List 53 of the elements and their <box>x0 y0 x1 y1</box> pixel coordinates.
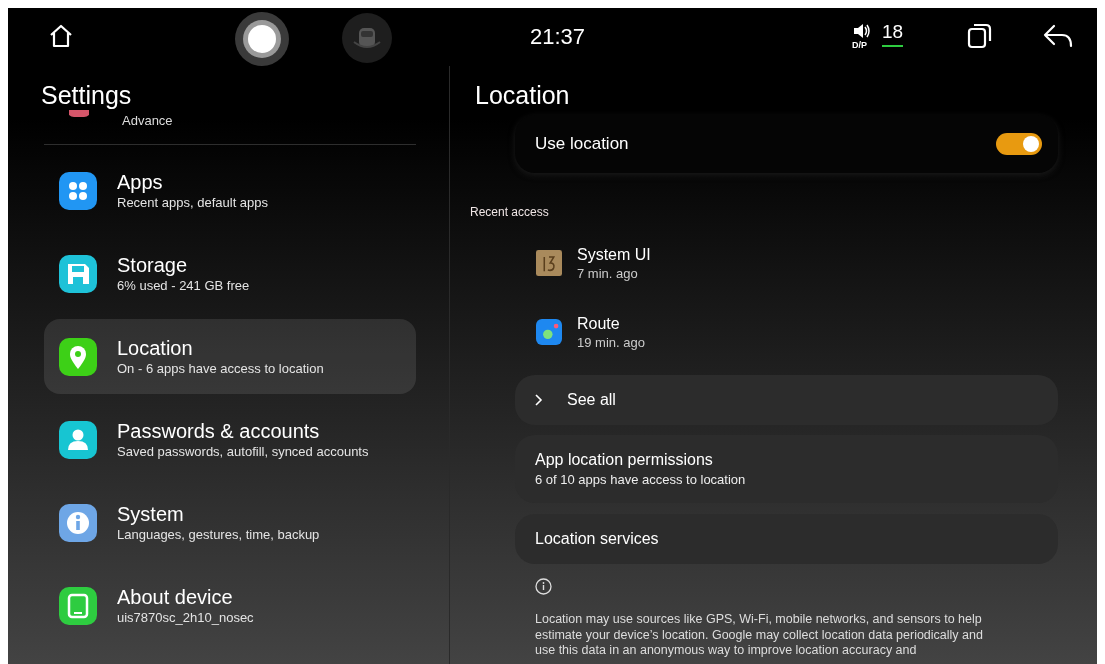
settings-item[interactable]: Storage 6% used - 241 GB free <box>44 236 416 311</box>
item-title: Storage <box>117 252 189 277</box>
page-title: Location <box>475 80 571 110</box>
sound-mode-label: D/P <box>852 40 867 50</box>
person-icon <box>59 420 97 459</box>
settings-row[interactable]: Location services <box>515 514 1058 564</box>
row-title: App location permissions <box>535 451 714 469</box>
item-subtitle: Advance <box>122 113 173 128</box>
number-tile-icon <box>536 250 562 276</box>
speaker-icon <box>853 23 871 39</box>
info-icon <box>535 578 552 595</box>
recent-apps-icon[interactable] <box>966 23 992 49</box>
partial-icon <box>69 110 89 117</box>
access-time: 19 min. ago <box>577 334 645 350</box>
apps-grid-icon <box>59 171 97 210</box>
row-subtitle: 6 of 10 apps have access to location <box>535 472 747 487</box>
clock-time: 21:37 <box>530 24 586 50</box>
item-title: Apps <box>117 169 164 194</box>
chevron-icon <box>535 394 543 406</box>
row-title: Location services <box>535 530 660 548</box>
toggle-switch[interactable] <box>996 133 1042 155</box>
item-title: Location <box>117 335 194 360</box>
volume-level[interactable]: 18 <box>882 21 904 47</box>
setting-label: Use location <box>535 134 629 154</box>
item-subtitle: uis7870sc_2h10_nosec <box>117 608 254 627</box>
section-heading: Recent access <box>470 205 550 219</box>
app-name[interactable]: Route <box>577 314 645 333</box>
settings-item[interactable]: About device uis7870sc_2h10_nosec <box>44 568 416 643</box>
home-icon[interactable] <box>48 23 74 49</box>
settings-item[interactable]: Apps Recent apps, default apps <box>44 153 416 228</box>
circle-button-icon[interactable] <box>234 11 290 67</box>
settings-row[interactable]: App location permissions 6 of 10 apps have access to location <box>515 435 1058 503</box>
settings-item[interactable]: Location On - 6 apps have access to location <box>44 319 416 394</box>
item-title: Passwords & accounts <box>117 418 321 443</box>
settings-item[interactable]: Passwords & accounts Saved passwords, autofill, synced accounts <box>44 402 416 477</box>
settings-title: Settings <box>41 80 133 110</box>
back-icon[interactable] <box>1042 23 1074 49</box>
item-subtitle: Languages, gestures, time, backup <box>117 525 320 544</box>
app-name[interactable]: System UI <box>577 245 651 264</box>
item-subtitle: Saved passwords, autofill, synced accounts <box>117 442 369 461</box>
settings-item[interactable]: System Languages, gestures, time, backup <box>44 485 416 560</box>
info-text: Location may use sources like GPS, Wi-Fi, mobile networks, and sensors to help estimate your device’s location. Google may collect location data periodically and use this data in an anonymous way to improve location accuracy and <box>535 612 984 659</box>
item-subtitle: On - 6 apps have access to location <box>117 359 324 378</box>
info-icon <box>59 503 97 542</box>
item-subtitle: 6% used - 241 GB free <box>117 276 250 295</box>
map-app-icon <box>536 319 562 345</box>
tablet-icon <box>59 586 97 625</box>
map-pin-icon <box>59 337 97 376</box>
access-time: 7 min. ago <box>577 265 639 281</box>
item-title: About device <box>117 584 234 609</box>
see-all-button[interactable]: See all <box>515 375 1058 425</box>
item-subtitle: Recent apps, default apps <box>117 193 269 212</box>
item-title: System <box>117 501 185 526</box>
